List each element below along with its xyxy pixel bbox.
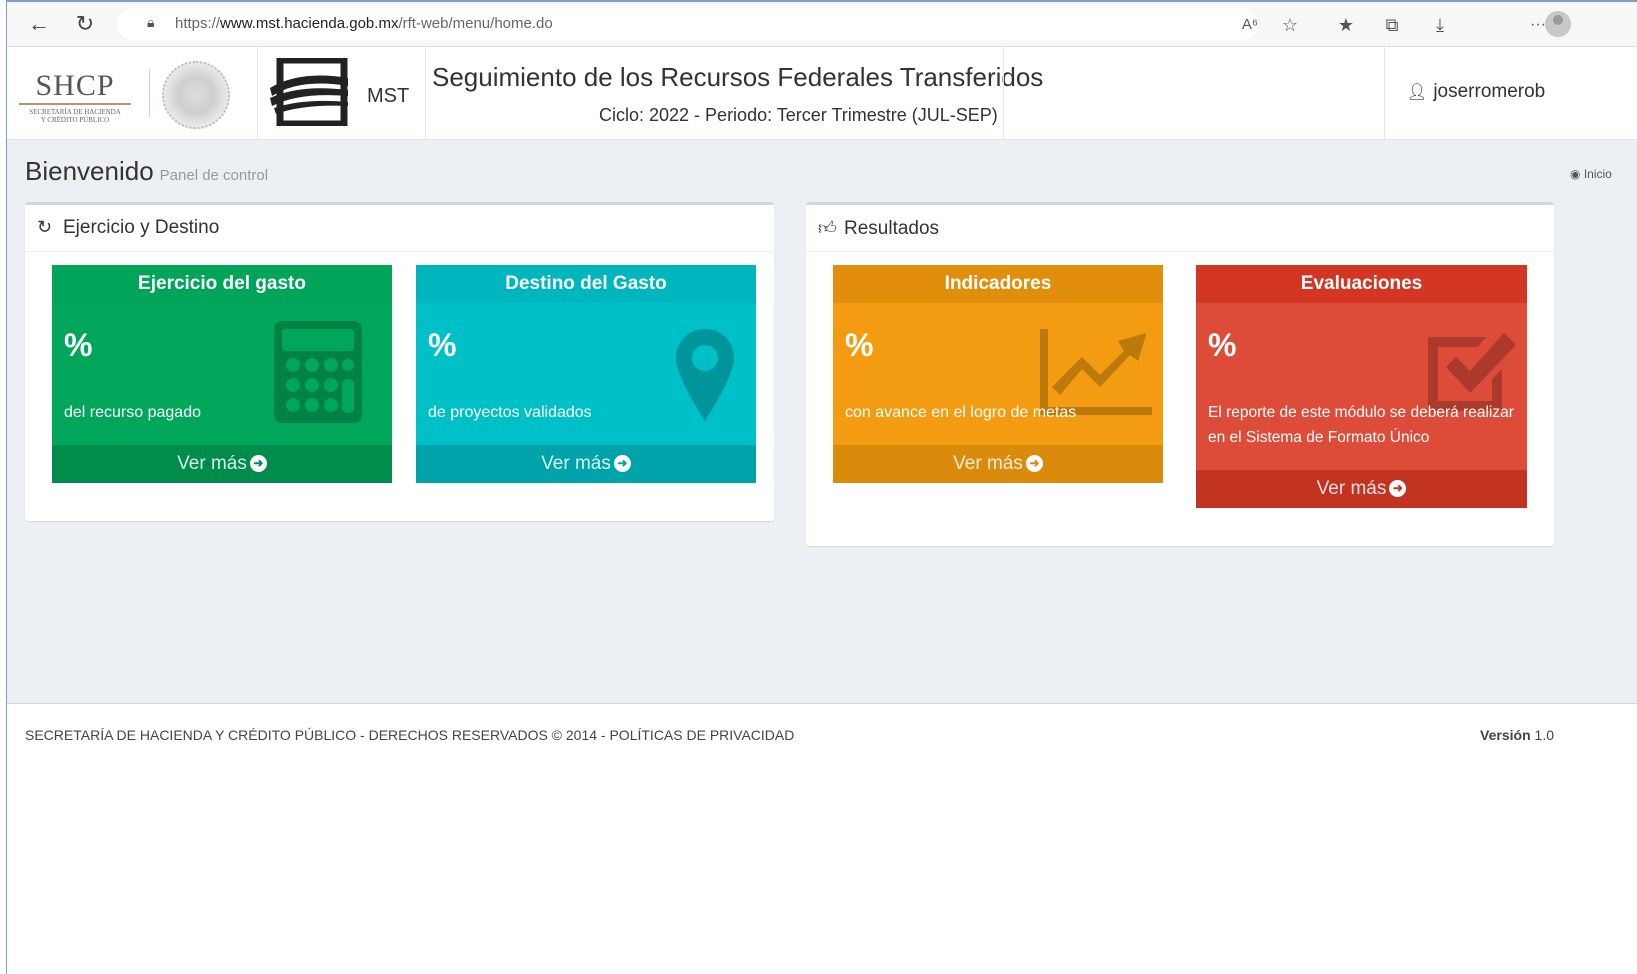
breadcrumb[interactable]: ◉ Inicio xyxy=(1570,167,1612,181)
username: joserromerob xyxy=(1433,81,1546,102)
back-icon[interactable]: ← xyxy=(25,10,53,38)
shcp-logo: SHCP SECRETARÍA DE HACIENDA Y CRÉDITO PÚ… xyxy=(15,69,135,129)
mexico-seal-icon xyxy=(162,61,230,129)
mst-logo-icon xyxy=(270,58,348,126)
read-aloud-icon[interactable]: A⁶ xyxy=(1237,12,1263,38)
tile-description: con avance en el logro de metas xyxy=(845,404,1077,421)
tile-ver-mas-link[interactable]: Ver más ➜ xyxy=(833,445,1163,483)
url-text[interactable]: https://www.mst.hacienda.gob.mx/rft-web/… xyxy=(175,15,553,32)
tile-percent: % xyxy=(1208,327,1237,363)
header-divider xyxy=(1384,47,1385,139)
tile-description: del recurso pagado xyxy=(64,404,201,421)
tile-ver-mas-link[interactable]: Ver más ➜ xyxy=(416,445,756,483)
header-divider xyxy=(1003,47,1004,139)
refresh-icon[interactable]: ↻ xyxy=(71,10,99,38)
user-menu[interactable]: 👤︎ joserromerob xyxy=(1407,81,1545,103)
arrow-circle-right-icon: ➜ xyxy=(1389,480,1407,498)
more-icon[interactable]: ··· xyxy=(1525,12,1551,38)
tile-percent: % xyxy=(64,327,93,363)
tile-ejercicio-gasto: Ejercicio del gasto % del recurso pagado… xyxy=(52,265,392,483)
page-footer: SECRETARÍA DE HACIENDA Y CRÉDITO PÚBLICO… xyxy=(7,703,1637,762)
shcp-logo-subtitle-1: SECRETARÍA DE HACIENDA xyxy=(29,108,121,116)
arrow-circle-right-icon: ➜ xyxy=(249,455,267,473)
box-header: 👍︎ Resultados xyxy=(806,205,1554,252)
arrow-circle-right-icon: ➜ xyxy=(1025,455,1043,473)
tile-title: Destino del Gasto xyxy=(416,265,756,303)
refresh-box-icon: ↻ xyxy=(37,217,53,237)
header-divider xyxy=(425,47,426,139)
tile-title: Indicadores xyxy=(833,265,1163,303)
tile-body: % con avance en el logro de metas Ver má… xyxy=(833,303,1163,483)
favorite-add-icon[interactable]: ☆ xyxy=(1277,12,1303,38)
logo-divider xyxy=(149,69,150,117)
shcp-logo-subtitle-2: Y CRÉDITO PÚBLICO xyxy=(40,116,110,124)
page-subtitle: Panel de control xyxy=(159,167,269,184)
app-header: SHCP SECRETARÍA DE HACIENDA Y CRÉDITO PÚ… xyxy=(7,47,1637,140)
tile-description: de proyectos validados xyxy=(428,404,592,421)
tile-description: El reporte de este módulo se deberá real… xyxy=(1208,404,1514,446)
shcp-logo-line xyxy=(19,103,131,105)
tile-ver-mas-link[interactable]: Ver más ➜ xyxy=(52,445,392,483)
dashboard-icon: ◉ xyxy=(1570,167,1581,181)
browser-toolbar: ← ↻ 🔒︎ https://www.mst.hacienda.gob.mx/r… xyxy=(7,2,1637,47)
thumbs-up-icon: 👍︎ xyxy=(818,218,837,238)
tile-body: % del recurso pagado Ver más ➜ xyxy=(52,303,392,483)
lock-icon[interactable]: 🔒︎ xyxy=(147,14,154,31)
header-divider xyxy=(257,47,258,139)
box-title: ↻ Ejercicio y Destino xyxy=(37,217,220,238)
page-title: Bienvenido Panel de control xyxy=(25,156,269,186)
tile-body: % El reporte de este módulo se deberá re… xyxy=(1196,303,1527,508)
box-title: 👍︎ Resultados xyxy=(818,218,940,239)
tile-ver-mas-link[interactable]: Ver más ➜ xyxy=(1196,470,1527,508)
mst-label: MST xyxy=(367,85,410,107)
box-header: ↻ Ejercicio y Destino xyxy=(25,205,774,252)
tile-destino-gasto: Destino del Gasto % de proyectos validad… xyxy=(416,265,756,483)
tile-percent: % xyxy=(845,327,874,363)
downloads-icon[interactable]: ⤓ xyxy=(1427,12,1453,38)
collections-icon[interactable]: ⧉ xyxy=(1379,12,1405,38)
tile-title: Evaluaciones xyxy=(1196,265,1527,303)
favorites-icon[interactable]: ★ xyxy=(1333,12,1359,38)
tile-title: Ejercicio del gasto xyxy=(52,265,392,303)
footer-copyright: SECRETARÍA DE HACIENDA Y CRÉDITO PÚBLICO… xyxy=(25,727,795,743)
tile-indicadores: Indicadores % con avance en el logro de … xyxy=(833,265,1163,483)
user-icon: 👤︎ xyxy=(1407,84,1428,101)
footer-version: Versión 1.0 xyxy=(1480,727,1554,743)
tile-body: % de proyectos validados Ver más ➜ xyxy=(416,303,756,483)
shcp-logo-title: SHCP xyxy=(35,69,115,102)
arrow-circle-right-icon: ➜ xyxy=(613,455,631,473)
app-title: Seguimiento de los Recursos Federales Tr… xyxy=(432,62,1044,92)
tile-percent: % xyxy=(428,327,457,363)
app-subtitle: Ciclo: 2022 - Periodo: Tercer Trimestre … xyxy=(599,105,998,125)
tile-evaluaciones: Evaluaciones % El reporte de este módulo… xyxy=(1196,265,1527,508)
